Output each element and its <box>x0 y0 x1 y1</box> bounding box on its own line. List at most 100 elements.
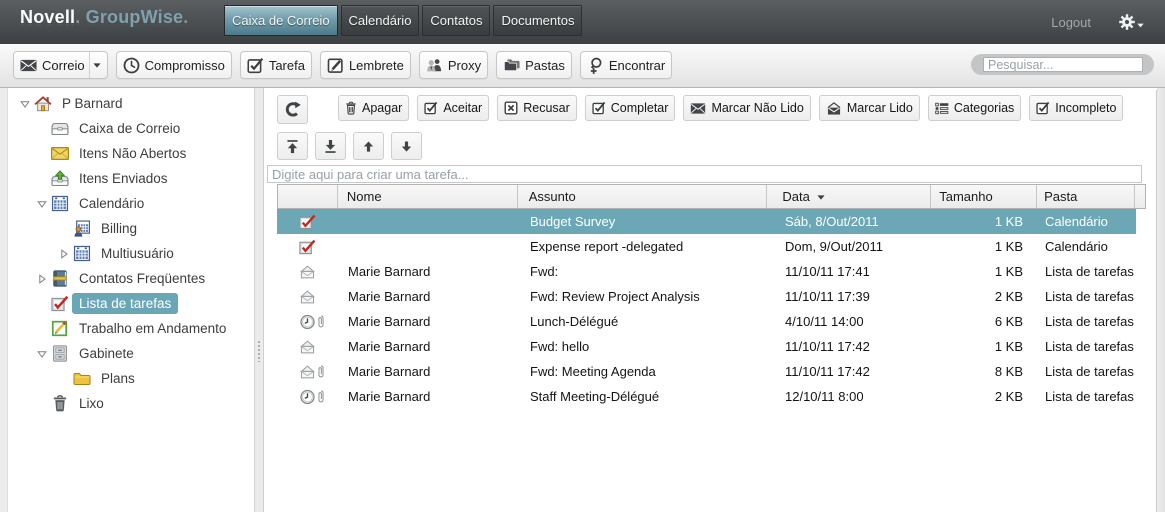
cell-nome: Marie Barnard <box>338 389 518 404</box>
list-row[interactable]: Marie Barnard Fwd: 11/10/11 17:41 1 KB L… <box>277 259 1136 284</box>
tree-expander-spacer <box>37 324 47 334</box>
column-header-assunto[interactable]: Assunto <box>518 185 768 208</box>
item-type-cell <box>277 214 338 230</box>
item-list-table: Nome Assunto Data Tamanho Pasta <box>277 184 1165 409</box>
list-row[interactable]: Marie Barnard Fwd: hello 11/10/11 17:42 … <box>277 334 1136 359</box>
sidebar-item-itens-enviados[interactable]: Itens Enviados <box>8 166 254 191</box>
tarefa-button[interactable]: Tarefa <box>240 51 312 79</box>
sidebar-item-trabalho-em-andamento[interactable]: Trabalho em Andamento <box>8 316 254 341</box>
column-header-tamanho[interactable]: Tamanho <box>931 185 1037 208</box>
cell-pasta: Lista de tarefas <box>1038 364 1136 379</box>
correio-button[interactable]: Correio <box>13 51 108 79</box>
column-header-spacer <box>1135 185 1145 208</box>
column-header-data[interactable]: Data <box>767 185 931 208</box>
top-bar: Novell. GroupWise. Caixa de Correio Cale… <box>0 0 1165 44</box>
sidebar-item-billing[interactable]: Billing <box>8 216 254 241</box>
unopened-mail-icon <box>51 145 69 162</box>
list-row[interactable]: Marie Barnard Fwd: Meeting Agenda 11/10/… <box>277 359 1136 384</box>
caret-down-icon <box>1137 23 1144 28</box>
cell-tamanho: 2 KB <box>932 289 1038 304</box>
move-up-button[interactable] <box>353 132 384 160</box>
pastas-button[interactable]: Pastas <box>496 51 572 79</box>
move-down-button[interactable] <box>391 132 422 160</box>
move-to-bottom-button[interactable] <box>315 132 346 160</box>
tree-expander-closed-icon <box>59 249 69 259</box>
checkbox-icon <box>1036 101 1050 115</box>
refresh-button[interactable] <box>277 95 308 124</box>
item-type-cell <box>277 264 338 280</box>
sidebar-item-itens-nao-abertos[interactable]: Itens Não Abertos <box>8 141 254 166</box>
cell-assunto: Lunch-Délégué <box>518 314 768 329</box>
incompleto-button[interactable]: Incompleto <box>1029 95 1123 121</box>
completar-button[interactable]: Completar <box>585 95 676 121</box>
logout-link[interactable]: Logout <box>1051 15 1091 30</box>
column-header-pasta[interactable]: Pasta <box>1037 185 1135 208</box>
sidebar-item-label: P Barnard <box>55 93 130 114</box>
sent-items-icon <box>51 170 69 187</box>
main-nav-tabs: Caixa de Correio Calendário Contatos Doc… <box>224 5 582 36</box>
arrow-down-icon <box>399 139 414 154</box>
lembrete-button[interactable]: Lembrete <box>320 51 411 79</box>
quick-task-input[interactable] <box>267 165 1142 183</box>
compromisso-button[interactable]: Compromisso <box>116 51 232 79</box>
sidebar-item-lixo[interactable]: Lixo <box>8 391 254 416</box>
marcar-lido-button[interactable]: Marcar Lido <box>819 95 920 121</box>
caret-down-icon <box>93 63 101 68</box>
item-type-cell <box>277 339 338 355</box>
sidebar-item-p-barnard[interactable]: P Barnard <box>8 91 254 116</box>
encontrar-button[interactable]: Encontrar <box>580 51 672 79</box>
list-row[interactable]: Budget Survey Sáb, 8/Out/2011 1 KB Calen… <box>277 209 1136 234</box>
refresh-icon <box>284 101 301 118</box>
compose-toolbar: Correio Compromisso Tarefa Lembrete Prox… <box>0 44 1165 88</box>
checkbox-icon <box>247 57 264 74</box>
column-header-nome[interactable]: Nome <box>338 185 518 208</box>
cell-tamanho: 1 KB <box>932 339 1038 354</box>
tab-calendario[interactable]: Calendário <box>341 5 420 36</box>
people-icon <box>426 58 443 72</box>
sidebar-item-gabinete[interactable]: Gabinete <box>8 341 254 366</box>
sidebar-item-plans[interactable]: Plans <box>8 366 254 391</box>
sidebar-item-caixa-de-correio[interactable]: Caixa de Correio <box>8 116 254 141</box>
tree-expander-open-icon <box>37 199 47 209</box>
list-row[interactable]: Marie Barnard Lunch-Délégué 4/10/11 14:0… <box>277 309 1136 334</box>
work-in-progress-icon <box>51 320 69 337</box>
gear-icon <box>1119 14 1135 30</box>
cell-tamanho: 2 KB <box>932 389 1038 404</box>
list-row[interactable]: Marie Barnard Staff Meeting-Délégué 12/1… <box>277 384 1136 409</box>
cell-assunto: Budget Survey <box>518 214 768 229</box>
tab-contatos[interactable]: Contatos <box>422 5 490 36</box>
tab-caixa-de-correio[interactable]: Caixa de Correio <box>224 5 338 36</box>
search-input[interactable] <box>983 57 1143 72</box>
recusar-button-label: Recusar <box>523 101 570 115</box>
cell-nome: Marie Barnard <box>338 314 518 329</box>
cabinet-icon <box>51 345 69 362</box>
item-type-cell <box>277 239 338 255</box>
trash-icon <box>51 395 69 412</box>
sidebar-item-multiusuario[interactable]: Multiusuário <box>8 241 254 266</box>
column-header-icon[interactable] <box>278 185 338 208</box>
sidebar-item-lista-de-tarefas[interactable]: Lista de tarefas <box>8 291 254 316</box>
list-row[interactable]: Expense report -delegated Dom, 9/Out/201… <box>277 234 1136 259</box>
recusar-button[interactable]: Recusar <box>497 95 577 121</box>
apagar-button[interactable]: Apagar <box>338 95 409 121</box>
aceitar-button[interactable]: Aceitar <box>417 95 489 121</box>
sidebar-item-label: Multiusuário <box>94 243 181 264</box>
left-gutter <box>0 88 8 512</box>
apagar-button-label: Apagar <box>362 101 402 115</box>
calendar-icon <box>73 245 91 262</box>
sidebar-item-label: Plans <box>94 368 142 389</box>
tab-documentos[interactable]: Documentos <box>493 5 582 36</box>
marcar-nao-lido-button[interactable]: Marcar Não Lido <box>683 95 810 121</box>
move-to-top-button[interactable] <box>277 132 308 160</box>
settings-menu-button[interactable] <box>1119 14 1144 30</box>
item-list-panel: Apagar Aceitar Recusar Completar Marcar … <box>264 88 1165 512</box>
cell-nome: Marie Barnard <box>338 264 518 279</box>
scrollbar-track[interactable] <box>1156 88 1165 512</box>
sidebar-item-calendario[interactable]: Calendário <box>8 191 254 216</box>
categorias-button[interactable]: Categorias <box>928 95 1021 121</box>
list-row[interactable]: Marie Barnard Fwd: Review Project Analys… <box>277 284 1136 309</box>
sidebar-item-contatos-frequentes[interactable]: Contatos Freqüentes <box>8 266 254 291</box>
panel-splitter[interactable] <box>254 88 264 512</box>
proxy-button[interactable]: Proxy <box>419 51 488 79</box>
cell-data: Sáb, 8/Out/2011 <box>768 214 932 229</box>
